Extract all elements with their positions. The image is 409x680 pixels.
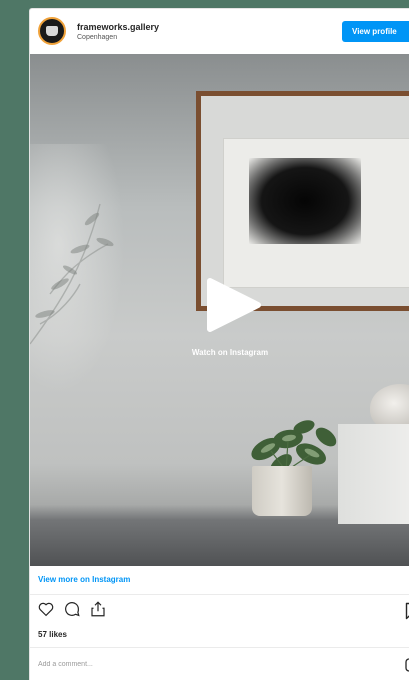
comment-icon[interactable] [63, 600, 81, 618]
share-icon[interactable] [404, 657, 409, 673]
divider [30, 594, 409, 595]
view-profile-button[interactable]: View profile [342, 21, 409, 42]
plant-pot [252, 466, 312, 516]
watch-on-instagram-label[interactable]: Watch on Instagram [30, 348, 409, 357]
post-header: frameworks.gallery Copenhagen View profi… [30, 9, 409, 53]
picture-mat [223, 138, 409, 288]
instagram-embed: frameworks.gallery Copenhagen View profi… [29, 8, 409, 680]
view-more-link[interactable]: View more on Instagram [38, 575, 130, 584]
play-icon[interactable] [206, 277, 262, 333]
comment-input[interactable] [38, 657, 398, 671]
artwork [249, 158, 361, 244]
post-actions [37, 600, 107, 620]
avatar[interactable] [38, 17, 66, 45]
username-link[interactable]: frameworks.gallery [77, 22, 159, 33]
share-icon[interactable] [89, 600, 107, 618]
divider [30, 647, 409, 648]
account-info: frameworks.gallery Copenhagen [77, 22, 159, 42]
pedestal [338, 424, 409, 524]
bookmark-icon[interactable] [405, 602, 409, 620]
avatar-image [46, 26, 58, 36]
branch-shadow [30, 203, 114, 345]
location-label[interactable]: Copenhagen [77, 33, 159, 42]
likes-count[interactable]: 57 likes [38, 630, 67, 639]
heart-icon[interactable] [37, 600, 55, 618]
post-media[interactable]: Watch on Instagram [30, 54, 409, 566]
